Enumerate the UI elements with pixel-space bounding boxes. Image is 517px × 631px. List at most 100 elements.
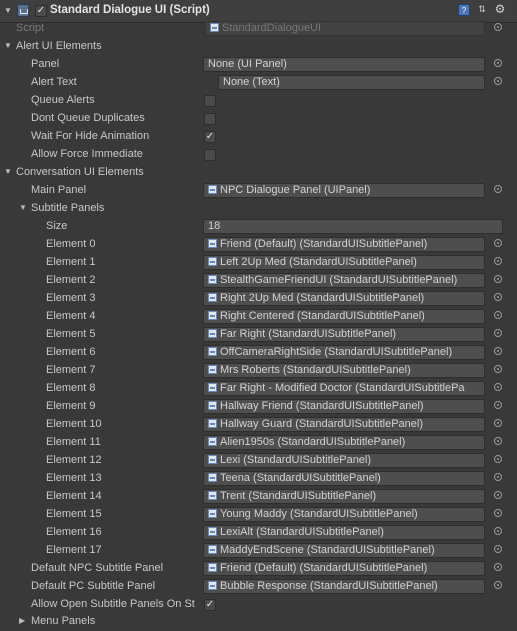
subtitle-element-value: Right Centered (StandardUISubtitlePanel) — [220, 310, 425, 322]
subtitle-element-row: Element 7 Mrs Roberts (StandardUISubtitle… — [0, 362, 517, 380]
wait-hide-checkbox[interactable]: ✓ — [204, 131, 216, 143]
subtitle-element-field[interactable]: Young Maddy (StandardUISubtitlePanel) — [203, 507, 485, 522]
subtitle-element-value: Young Maddy (StandardUISubtitlePanel) — [220, 508, 418, 520]
subtitle-element-value: Left 2Up Med (StandardUISubtitlePanel) — [220, 256, 417, 268]
object-picker-icon[interactable] — [494, 527, 502, 535]
alert-section-foldout[interactable]: ▼ Alert UI Elements — [0, 38, 517, 56]
subtitle-element-row: Element 11 Alien1950s (StandardUISubtitle… — [0, 434, 517, 452]
size-field[interactable]: 18 — [203, 219, 503, 234]
size-row: Size 18 — [0, 218, 517, 236]
subtitle-panels-foldout[interactable]: ▼ Subtitle Panels — [0, 200, 517, 218]
default-npc-value: Friend (Default) (StandardUISubtitlePane… — [220, 562, 428, 574]
subtitle-element-field[interactable]: Friend (Default) (StandardUISubtitlePane… — [203, 237, 485, 252]
foldout-arrow-down-icon[interactable]: ▼ — [4, 167, 12, 176]
menu-panels-label: Menu Panels — [31, 615, 96, 627]
main-panel-label: Main Panel — [31, 184, 87, 196]
ui-panel-icon — [208, 185, 217, 194]
object-picker-icon[interactable] — [494, 509, 502, 517]
object-picker-icon[interactable] — [494, 437, 502, 445]
subtitle-element-field[interactable]: StealthGameFriendUI (StandardUISubtitleP… — [203, 273, 485, 288]
subtitle-element-value: Mrs Roberts (StandardUISubtitlePanel) — [220, 364, 411, 376]
subtitle-element-field[interactable]: Hallway Friend (StandardUISubtitlePanel) — [203, 399, 485, 414]
object-picker-icon[interactable] — [494, 257, 502, 265]
queue-alerts-checkbox[interactable] — [204, 95, 216, 107]
subtitle-element-row: Element 16 LexiAlt (StandardUISubtitlePan… — [0, 524, 517, 542]
subtitle-element-field[interactable]: Hallway Guard (StandardUISubtitlePanel) — [203, 417, 485, 432]
object-picker-icon[interactable] — [494, 59, 502, 67]
main-panel-value: NPC Dialogue Panel (UIPanel) — [220, 184, 371, 196]
object-picker-icon[interactable] — [494, 347, 502, 355]
object-picker-icon[interactable] — [494, 563, 502, 571]
object-picker-icon[interactable] — [494, 419, 502, 427]
object-picker-icon[interactable] — [494, 185, 502, 193]
foldout-arrow-down-icon[interactable]: ▼ — [4, 6, 12, 15]
object-picker-icon[interactable] — [494, 545, 502, 553]
subtitle-element-field[interactable]: Mrs Roberts (StandardUISubtitlePanel) — [203, 363, 485, 378]
object-picker-icon[interactable] — [494, 401, 502, 409]
allow-force-checkbox[interactable] — [204, 149, 216, 161]
subtitle-element-field[interactable]: LexiAlt (StandardUISubtitlePanel) — [203, 525, 485, 540]
alert-text-field[interactable]: None (Text) — [218, 75, 485, 90]
subtitle-element-label: Element 7 — [46, 364, 96, 376]
menu-panels-foldout[interactable]: ▶ Menu Panels — [0, 613, 517, 631]
subtitle-element-field[interactable]: Left 2Up Med (StandardUISubtitlePanel) — [203, 255, 485, 270]
default-pc-row: Default PC Subtitle Panel Bubble Respons… — [0, 578, 517, 596]
subtitle-element-field[interactable]: Trent (StandardUISubtitlePanel) — [203, 489, 485, 504]
allow-open-checkbox[interactable]: ✓ — [204, 599, 216, 611]
subtitle-panel-icon — [208, 473, 217, 482]
subtitle-element-field[interactable]: Teena (StandardUISubtitlePanel) — [203, 471, 485, 486]
main-panel-field[interactable]: NPC Dialogue Panel (UIPanel) — [203, 183, 485, 198]
gear-icon[interactable]: ⚙ — [494, 3, 506, 16]
subtitle-panel-icon — [208, 329, 217, 338]
wait-hide-label: Wait For Hide Animation — [31, 130, 150, 142]
settings-sliders-icon[interactable]: ⇅ — [476, 4, 488, 16]
subtitle-element-field[interactable]: Right 2Up Med (StandardUISubtitlePanel) — [203, 291, 485, 306]
object-picker-icon[interactable] — [494, 293, 502, 301]
subtitle-element-field[interactable]: Lexi (StandardUISubtitlePanel) — [203, 453, 485, 468]
subtitle-element-label: Element 9 — [46, 400, 96, 412]
subtitle-panel-icon — [208, 455, 217, 464]
object-picker-icon[interactable] — [494, 455, 502, 463]
subtitle-panels-label: Subtitle Panels — [31, 202, 105, 214]
subtitle-element-field[interactable]: Far Right - Modified Doctor (StandardUIS… — [203, 381, 485, 396]
alert-text-label: Alert Text — [31, 76, 77, 88]
component-enabled-checkbox[interactable]: ✓ — [35, 5, 47, 17]
foldout-arrow-down-icon[interactable]: ▼ — [19, 203, 27, 212]
subtitle-element-row: Element 5 Far Right (StandardUISubtitlePa… — [0, 326, 517, 344]
object-picker-icon[interactable] — [494, 329, 502, 337]
dont-queue-checkbox[interactable] — [204, 113, 216, 125]
subtitle-element-field[interactable]: Alien1950s (StandardUISubtitlePanel) — [203, 435, 485, 450]
object-picker-icon[interactable] — [494, 239, 502, 247]
default-pc-field[interactable]: Bubble Response (StandardUISubtitlePanel… — [203, 579, 485, 594]
help-book-icon[interactable]: ? — [458, 4, 470, 16]
subtitle-element-field[interactable]: OffCameraRightSide (StandardUISubtitlePa… — [203, 345, 485, 360]
object-picker-icon[interactable] — [494, 365, 502, 373]
foldout-arrow-down-icon[interactable]: ▼ — [4, 41, 12, 50]
script-icon — [17, 4, 29, 17]
default-npc-field[interactable]: Friend (Default) (StandardUISubtitlePane… — [203, 561, 485, 576]
subtitle-element-row: Element 4 Right Centered (StandardUISubti… — [0, 308, 517, 326]
object-picker-icon — [494, 23, 502, 31]
object-picker-icon[interactable] — [494, 77, 502, 85]
subtitle-element-field[interactable]: Far Right (StandardUISubtitlePanel) — [203, 327, 485, 342]
allow-force-label: Allow Force Immediate — [31, 148, 143, 160]
default-pc-value: Bubble Response (StandardUISubtitlePanel… — [220, 580, 438, 592]
subtitle-element-label: Element 3 — [46, 292, 96, 304]
script-row: Script StandardDialogueUI — [0, 20, 517, 38]
object-picker-icon[interactable] — [494, 473, 502, 481]
object-picker-icon[interactable] — [494, 491, 502, 499]
subtitle-element-row: Element 1 Left 2Up Med (StandardUISubtitl… — [0, 254, 517, 272]
object-picker-icon[interactable] — [494, 275, 502, 283]
subtitle-element-field[interactable]: MaddyEndScene (StandardUISubtitlePanel) — [203, 543, 485, 558]
subtitle-element-field[interactable]: Right Centered (StandardUISubtitlePanel) — [203, 309, 485, 324]
default-npc-row: Default NPC Subtitle Panel Friend (Defau… — [0, 560, 517, 578]
script-field: StandardDialogueUI — [205, 21, 485, 36]
subtitle-element-value: Alien1950s (StandardUISubtitlePanel) — [220, 436, 406, 448]
alert-panel-field[interactable]: None (UI Panel) — [203, 57, 485, 72]
object-picker-icon[interactable] — [494, 311, 502, 319]
object-picker-icon[interactable] — [494, 383, 502, 391]
object-picker-icon[interactable] — [494, 581, 502, 589]
subtitle-panel-icon — [208, 257, 217, 266]
conversation-section-foldout[interactable]: ▼ Conversation UI Elements — [0, 164, 517, 182]
subtitle-element-row: Element 17 MaddyEndScene (StandardUISubti… — [0, 542, 517, 560]
